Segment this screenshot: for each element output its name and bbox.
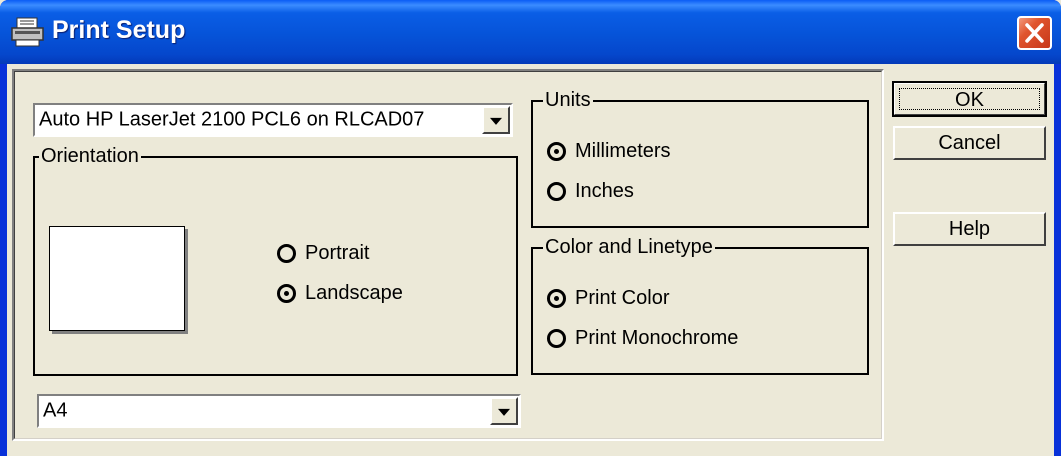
close-button[interactable] (1017, 16, 1052, 50)
ok-button[interactable]: OK (892, 81, 1047, 117)
orientation-group: Orientation Portrait Landscape (33, 145, 518, 376)
paper-size-select[interactable]: A4 (37, 394, 521, 428)
settings-panel: Auto HP LaserJet 2100 PCL6 on RLCAD07 Or… (12, 69, 884, 441)
portrait-radio[interactable]: Portrait (277, 242, 369, 265)
cancel-button[interactable]: Cancel (893, 126, 1046, 160)
page-orientation-preview (49, 226, 185, 331)
printer-select-value: Auto HP LaserJet 2100 PCL6 on RLCAD07 (39, 108, 425, 131)
landscape-radio[interactable]: Landscape (277, 282, 403, 305)
radio-selected-icon (547, 142, 566, 161)
paper-size-value: A4 (43, 399, 68, 422)
radio-icon (547, 182, 566, 201)
radio-icon (547, 329, 566, 348)
window-title: Print Setup (52, 16, 186, 44)
units-label: Units (543, 89, 593, 112)
inches-label: Inches (575, 180, 634, 202)
printer-icon (11, 17, 44, 47)
units-group: Units Millimeters Inches (531, 89, 869, 228)
inches-radio[interactable]: Inches (547, 180, 634, 203)
radio-selected-icon (547, 289, 566, 308)
portrait-label: Portrait (305, 242, 370, 264)
landscape-label: Landscape (305, 282, 403, 304)
chevron-down-icon[interactable] (482, 106, 510, 134)
millimeters-label: Millimeters (575, 140, 671, 162)
radio-selected-icon (277, 284, 296, 303)
orientation-label: Orientation (39, 145, 141, 168)
color-linetype-label: Color and Linetype (543, 236, 715, 259)
color-linetype-group: Color and Linetype Print Color Print Mon… (531, 236, 869, 375)
ok-button-label: OK (899, 88, 1040, 111)
help-button[interactable]: Help (893, 212, 1046, 246)
dialog-client-area: Auto HP LaserJet 2100 PCL6 on RLCAD07 Or… (7, 64, 1054, 456)
printer-select[interactable]: Auto HP LaserJet 2100 PCL6 on RLCAD07 (33, 103, 513, 137)
chevron-down-icon[interactable] (490, 397, 518, 425)
settings-panel-inner: Auto HP LaserJet 2100 PCL6 on RLCAD07 Or… (14, 71, 882, 439)
close-icon (1025, 23, 1044, 43)
print-monochrome-label: Print Monochrome (575, 327, 739, 349)
print-color-label: Print Color (575, 287, 670, 309)
radio-icon (277, 244, 296, 263)
print-color-radio[interactable]: Print Color (547, 287, 669, 310)
print-monochrome-radio[interactable]: Print Monochrome (547, 327, 738, 350)
millimeters-radio[interactable]: Millimeters (547, 140, 671, 163)
print-setup-dialog: Print Setup Auto HP LaserJet 2100 PCL6 o… (0, 0, 1061, 456)
title-bar[interactable]: Print Setup (0, 0, 1061, 64)
